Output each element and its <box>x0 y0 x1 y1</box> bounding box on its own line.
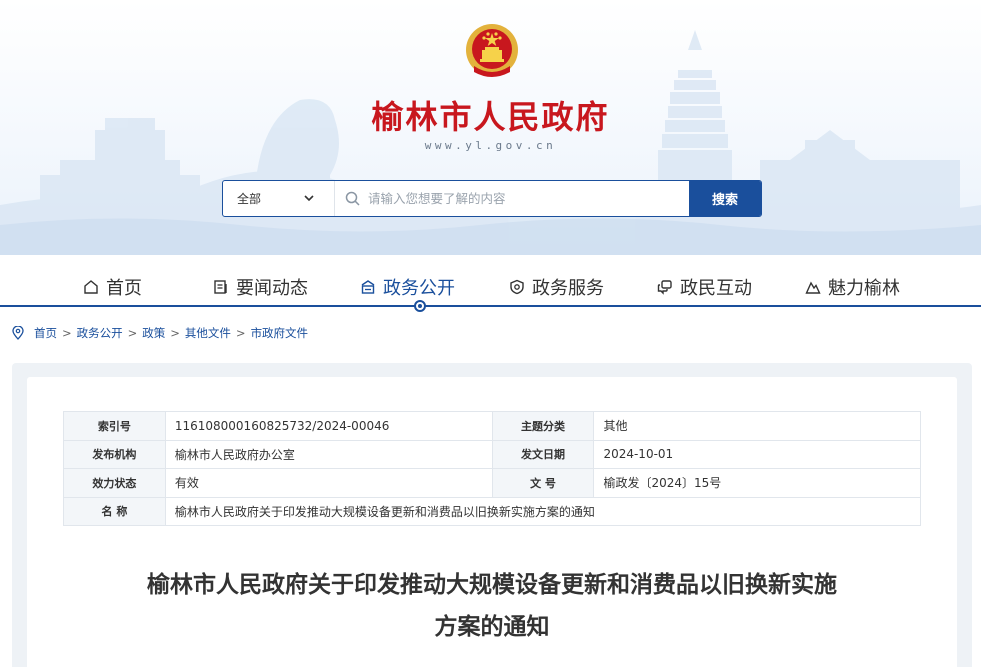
doc-no-label: 文 号 <box>491 468 595 498</box>
nav-item-interaction[interactable]: 政民互动 <box>656 274 752 300</box>
nav-item-label: 首页 <box>106 278 142 299</box>
mountain-icon <box>804 278 822 296</box>
table-row: 效力状态 有效 文 号 榆政发〔2024〕15号 <box>63 468 921 498</box>
breadcrumb-separator: > <box>62 326 72 340</box>
breadcrumb-item-other-files[interactable]: 其他文件 <box>185 325 231 341</box>
status-value: 有效 <box>164 468 493 498</box>
site-url: www.yl.gov.cn <box>424 139 557 152</box>
breadcrumb: 首页 > 政务公开 > 政策 > 其他文件 > 市政府文件 <box>12 324 308 342</box>
chevron-down-icon <box>304 195 314 202</box>
breadcrumb-item-policy[interactable]: 政策 <box>142 325 165 341</box>
search-scope-select[interactable]: 全部 <box>223 181 335 216</box>
site-title: 榆林市人民政府 <box>371 98 610 136</box>
nav-item-label: 政务公开 <box>383 278 455 299</box>
breadcrumb-item-city-government-files[interactable]: 市政府文件 <box>251 325 309 341</box>
search-icon <box>345 191 360 206</box>
name-value: 榆林市人民政府关于印发推动大规模设备更新和消费品以旧换新实施方案的通知 <box>164 496 922 526</box>
publisher-label: 发布机构 <box>63 439 166 469</box>
nav-item-label: 要闻动态 <box>236 278 308 299</box>
nav-item-news[interactable]: 要闻动态 <box>212 274 308 300</box>
search-button[interactable]: 搜索 <box>689 181 761 216</box>
name-label: 名 称 <box>63 496 166 526</box>
publisher-value: 榆林市人民政府办公室 <box>164 439 493 469</box>
breadcrumb-item-home[interactable]: 首页 <box>34 325 57 341</box>
breadcrumb-separator: > <box>235 326 246 340</box>
news-icon <box>212 278 230 296</box>
site-header: 榆林市人民政府 www.yl.gov.cn 全部 搜索 <box>0 0 981 255</box>
topic-value: 其他 <box>593 411 921 441</box>
status-label: 效力状态 <box>63 468 166 498</box>
table-row: 发布机构 榆林市人民政府办公室 发文日期 2024-10-01 <box>63 439 921 469</box>
search-scope-label: 全部 <box>237 192 262 206</box>
nav-item-label: 政务服务 <box>532 278 604 299</box>
breadcrumb-separator: > <box>170 326 180 340</box>
search-bar: 全部 搜索 <box>222 180 762 217</box>
breadcrumb-separator: > <box>127 326 138 340</box>
table-row: 索引号 116108000160825732/2024-00046 主题分类 其… <box>63 411 921 441</box>
issue-date-value: 2024-10-01 <box>593 439 921 469</box>
document-metadata-table: 索引号 116108000160825732/2024-00046 主题分类 其… <box>63 411 922 526</box>
breadcrumb-item-open-government[interactable]: 政务公开 <box>77 325 123 341</box>
document-title-line-1: 榆林市人民政府关于印发推动大规模设备更新和消费品以旧换新实施 <box>147 572 837 598</box>
search-field <box>335 181 689 216</box>
doc-no-value: 榆政发〔2024〕15号 <box>593 468 921 498</box>
document-title: 榆林市人民政府关于印发推动大规模设备更新和消费品以旧换新实施 方案的通知 <box>63 564 921 648</box>
nav-item-label: 政民互动 <box>680 278 752 299</box>
active-nav-indicator <box>414 300 426 312</box>
nav-item-label: 魅力榆林 <box>828 278 900 299</box>
table-row: 名 称 榆林市人民政府关于印发推动大规模设备更新和消费品以旧换新实施方案的通知 <box>63 496 922 526</box>
nav-item-home[interactable]: 首页 <box>82 274 142 300</box>
home-icon <box>82 278 100 296</box>
document-title-line-2: 方案的通知 <box>434 614 550 640</box>
nav-item-charm-yulin[interactable]: 魅力榆林 <box>804 274 900 300</box>
open-government-icon <box>359 278 377 296</box>
national-emblem-icon <box>466 24 518 77</box>
nav-item-open-government[interactable]: 政务公开 <box>359 274 455 300</box>
topic-label: 主题分类 <box>491 411 595 441</box>
chat-icon <box>656 278 674 296</box>
search-input[interactable] <box>368 191 688 206</box>
index-no-value: 116108000160825732/2024-00046 <box>164 411 493 441</box>
service-shield-icon <box>508 278 526 296</box>
issue-date-label: 发文日期 <box>491 439 595 469</box>
nav-item-services[interactable]: 政务服务 <box>508 274 604 300</box>
location-pin-icon <box>12 326 24 340</box>
nav-divider <box>0 305 981 307</box>
index-no-label: 索引号 <box>63 411 166 441</box>
